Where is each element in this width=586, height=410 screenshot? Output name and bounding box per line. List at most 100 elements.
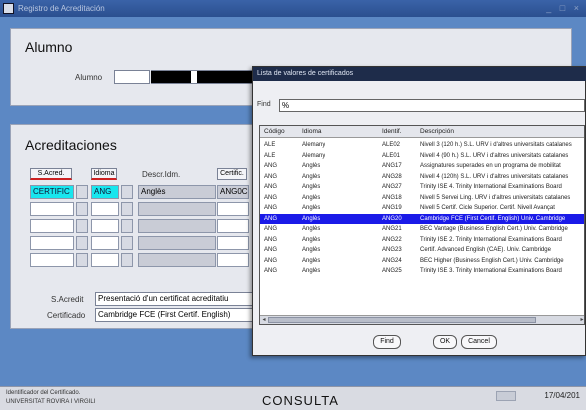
column-header-sacred: S.Acred.: [30, 168, 72, 180]
redaction-bar: [151, 71, 191, 83]
lov-cell-idioma: Anglès: [302, 257, 321, 264]
idioma-cell[interactable]: [91, 219, 119, 233]
lov-header-descripcion: Descripción: [420, 128, 454, 135]
lov-cell-idioma: Anglès: [302, 184, 321, 190]
certificado-field[interactable]: Cambridge FCE (First Certif. English): [95, 308, 255, 322]
lov-row[interactable]: ALE Alemany ALE02 Nivell 3 (120 h.) S.L. UR…: [260, 140, 584, 151]
lov-cell-idioma: Anglès: [302, 226, 321, 232]
lov-cell-identif: ANG18: [382, 194, 402, 201]
lov-cell-idioma: Anglès: [302, 268, 321, 274]
lov-row[interactable]: ANG Anglès ANG17 Assignatures superades en …: [260, 161, 584, 172]
idioma-cell[interactable]: [91, 202, 119, 216]
lov-find-label: Find: [257, 101, 271, 108]
lov-cell-idioma: Anglès: [302, 205, 321, 211]
cancel-button[interactable]: Cancel: [461, 335, 497, 349]
row-checkbox[interactable]: [76, 253, 88, 267]
lov-cell-codigo: ANG: [264, 163, 278, 169]
sacred-cell[interactable]: [30, 253, 74, 267]
row-checkbox[interactable]: [76, 219, 88, 233]
certif-cell[interactable]: [217, 236, 249, 250]
lov-cell-identif: ALE02: [382, 142, 401, 148]
lov-cell-descripcion: Nivell 3 (120 h.) S.L. URV i d'altres un…: [420, 142, 572, 148]
lov-cell-codigo: ANG: [264, 215, 278, 222]
sacredit-field[interactable]: Presentació d'un certificat acreditatiu: [95, 292, 255, 306]
lov-cell-codigo: ANG: [264, 268, 278, 274]
row-checkbox[interactable]: [121, 202, 133, 216]
lov-row[interactable]: ALE Alemany ALE01 Nivell 4 (90 h.) S.L. URV…: [260, 151, 584, 162]
lov-cell-identif: ANG20: [382, 215, 402, 222]
lov-header-idioma: Idioma: [302, 128, 322, 135]
lov-cell-descripcion: BEC Vantage (Business English Cert.) Uni…: [420, 226, 568, 232]
lov-row[interactable]: ANG Anglès ANG22 Trinity ISE 2. Trinity Int…: [260, 235, 584, 246]
idioma-cell[interactable]: [91, 253, 119, 267]
lov-cell-descripcion: BEC Higher (Business English Cert.) Univ…: [420, 257, 564, 264]
row-checkbox[interactable]: [121, 236, 133, 250]
sacred-cell[interactable]: CERTIFIC: [30, 185, 74, 199]
lov-find-input[interactable]: %: [279, 99, 585, 112]
alumno-id-field[interactable]: [114, 70, 150, 84]
lov-header-identif: Identif.: [382, 128, 402, 135]
lov-cell-codigo: ANG: [264, 173, 278, 180]
lov-cell-codigo: ANG: [264, 184, 278, 190]
acreditaciones-section-title: Acreditaciones: [25, 137, 117, 153]
lov-row[interactable]: ANG Anglès ANG24 BEC Higher (Business Engli…: [260, 256, 584, 267]
lov-row[interactable]: ANG Anglès ANG23 Certif. Advanced English (…: [260, 245, 584, 256]
certif-cell[interactable]: [217, 253, 249, 267]
row-checkbox[interactable]: [121, 185, 133, 199]
lov-cell-descripcion: Nivell 4 (120h) S.L. URV i d'altres univ…: [420, 173, 569, 180]
lov-horizontal-scrollbar[interactable]: ◂ ▸: [260, 315, 584, 324]
window-controls[interactable]: _ □ ×: [546, 3, 582, 13]
idioma-cell[interactable]: ANG: [91, 185, 119, 199]
status-organization: UNIVERSITAT ROVIRA I VIRGILI: [6, 399, 96, 405]
lov-row[interactable]: ANG Anglès ANG28 Nivell 4 (120h) S.L. URV i…: [260, 172, 584, 183]
lov-cell-descripcion: Nivell 5 Certif. Cicle Superior. Certif.…: [420, 205, 555, 211]
sacred-cell[interactable]: [30, 219, 74, 233]
status-date: 17/04/201: [544, 391, 580, 400]
row-checkbox[interactable]: [121, 219, 133, 233]
sacred-cell[interactable]: [30, 236, 74, 250]
lov-cell-idioma: Alemany: [302, 152, 326, 159]
lov-row[interactable]: ANG Anglès ANG20 Cambridge FCE (First Certi…: [260, 213, 584, 224]
lov-header-codigo: Código: [264, 128, 285, 135]
sacred-cell[interactable]: [30, 202, 74, 216]
lov-cell-idioma: Anglès: [302, 163, 321, 169]
ok-button[interactable]: OK: [433, 335, 457, 349]
lov-cell-identif: ANG23: [382, 247, 402, 253]
lov-row[interactable]: ANG Anglès ANG25 Trinity ISE 3. Trinity Int…: [260, 266, 584, 277]
certif-cell[interactable]: [217, 219, 249, 233]
lov-cell-idioma: Anglès: [302, 194, 321, 201]
lov-cell-codigo: ANG: [264, 257, 278, 264]
status-hint: Identificador del Certificado.: [6, 390, 81, 396]
lov-cell-codigo: ANG: [264, 236, 278, 243]
lov-cell-idioma: Anglès: [302, 215, 321, 222]
lov-cell-descripcion: Trinity ISE 4. Trinity International Exa…: [420, 184, 562, 190]
row-checkbox[interactable]: [76, 202, 88, 216]
lov-row[interactable]: ANG Anglès ANG19 Nivell 5 Certif. Cicle Sup…: [260, 203, 584, 214]
scroll-thumb[interactable]: [268, 317, 536, 323]
find-button[interactable]: Find: [373, 335, 401, 349]
lov-row[interactable]: ANG Anglès ANG21 BEC Vantage (Business Engl…: [260, 224, 584, 235]
row-checkbox[interactable]: [121, 253, 133, 267]
lov-cell-identif: ANG27: [382, 184, 402, 190]
lov-cell-codigo: ANG: [264, 226, 278, 232]
lov-title: Lista de valores de certificados: [253, 67, 586, 81]
descr-cell: [138, 219, 216, 233]
certif-cell[interactable]: [217, 202, 249, 216]
lov-cell-idioma: Anglès: [302, 236, 321, 243]
scroll-left-icon[interactable]: ◂: [260, 316, 268, 324]
row-checkbox[interactable]: [76, 236, 88, 250]
lov-cell-idioma: Anglès: [302, 173, 321, 180]
idioma-cell[interactable]: [91, 236, 119, 250]
lov-row[interactable]: ANG Anglès ANG27 Trinity ISE 4. Trinity Int…: [260, 182, 584, 193]
lov-cell-descripcion: Nivell 4 (90 h.) S.L. URV i d'altres uni…: [420, 152, 569, 159]
lov-cell-codigo: ANG: [264, 247, 278, 253]
certificate-lov-dialog: Lista de valores de certificados Find % …: [252, 66, 586, 356]
row-checkbox[interactable]: [76, 185, 88, 199]
lov-list[interactable]: Código Idioma Identif. Descripción ALE Al…: [259, 125, 585, 325]
lov-cell-identif: ANG24: [382, 257, 402, 264]
certif-cell[interactable]: ANG0C: [217, 185, 249, 199]
status-bar: Identificador del Certificado. UNIVERSIT…: [0, 386, 586, 410]
lov-row[interactable]: ANG Anglès ANG18 Nivell 5 Servei Ling. URV …: [260, 193, 584, 204]
alumno-label: Alumno: [75, 73, 103, 82]
scroll-right-icon[interactable]: ▸: [578, 316, 584, 324]
